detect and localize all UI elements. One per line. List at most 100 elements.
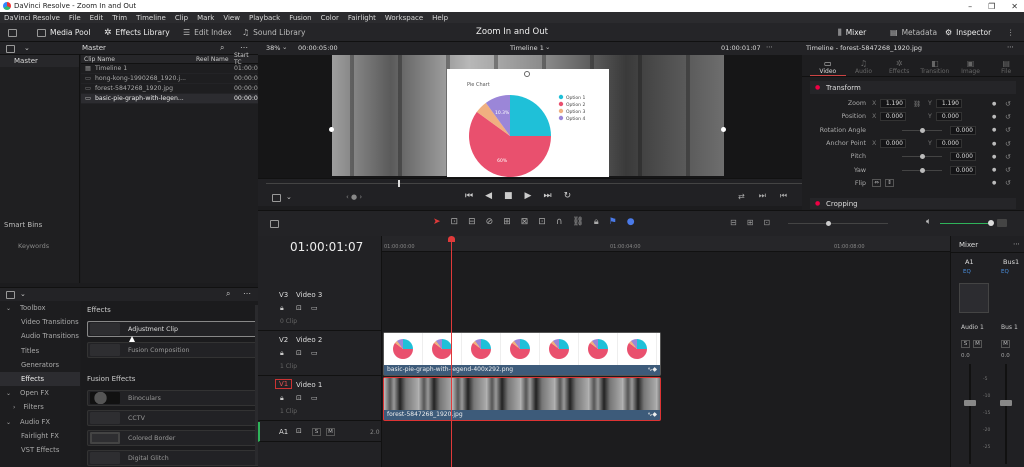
lock-icon[interactable]: 🔒︎ bbox=[280, 304, 284, 313]
effects-library-button[interactable]: ✲ Effects Library bbox=[104, 23, 170, 42]
tree-fairlight-fx[interactable]: Fairlight FX bbox=[0, 429, 80, 443]
timeline-zoom-slider[interactable] bbox=[788, 223, 888, 224]
panel-toggle-button[interactable] bbox=[8, 23, 17, 42]
lock-icon[interactable]: 🔒︎ bbox=[280, 394, 284, 403]
keyframe-dot-icon[interactable]: ● bbox=[992, 141, 996, 147]
marker-icon[interactable]: ● bbox=[627, 217, 635, 227]
chevron-down-icon[interactable]: ⌄ bbox=[545, 43, 550, 51]
chevron-down-icon[interactable]: ⌄ bbox=[20, 290, 26, 298]
playhead-handle[interactable] bbox=[448, 236, 455, 242]
prop-x-field[interactable]: 0.000 bbox=[880, 139, 906, 149]
volume-handle[interactable] bbox=[988, 220, 994, 226]
overwrite-clip-icon[interactable]: ⊠ bbox=[521, 217, 529, 227]
clip-v2-pie-graph[interactable]: basic-pie-graph-with-legend-400x292.png … bbox=[383, 332, 661, 376]
menu-file[interactable]: File bbox=[69, 14, 81, 22]
menu-workspace[interactable]: Workspace bbox=[385, 14, 423, 22]
tree-video-transitions[interactable]: Video Transitions bbox=[0, 315, 80, 329]
col-clip-name[interactable]: Clip Name bbox=[81, 56, 196, 63]
volume-slider[interactable] bbox=[940, 223, 990, 224]
reset-icon[interactable]: ↺ bbox=[1005, 113, 1011, 121]
loop-icon[interactable]: ↻ bbox=[564, 191, 572, 201]
maximize-icon[interactable]: ❐ bbox=[988, 2, 995, 11]
zoom-full-icon[interactable]: ⊟ bbox=[730, 218, 737, 227]
volume-icon[interactable]: 🔈︎ bbox=[926, 217, 931, 227]
zoom-custom-icon[interactable]: ⊡ bbox=[763, 218, 770, 227]
auto-select-icon[interactable]: ⊡ bbox=[296, 394, 302, 402]
prop-y-field[interactable]: 1.190 bbox=[936, 99, 962, 109]
eq-button[interactable]: EQ bbox=[1001, 269, 1009, 275]
menu-mark[interactable]: Mark bbox=[197, 14, 214, 22]
inspector-button[interactable]: ⚙ Inspector bbox=[945, 23, 991, 42]
playhead[interactable] bbox=[448, 236, 455, 467]
keyframe-icon[interactable]: ∿◆ bbox=[647, 366, 657, 373]
tab-file[interactable]: ▤ File bbox=[988, 56, 1024, 75]
track-name[interactable]: Video 1 bbox=[296, 381, 322, 389]
search-icon[interactable]: ⌕ bbox=[220, 43, 224, 53]
snapping-icon[interactable]: ∩ bbox=[556, 217, 563, 227]
pie-chart-overlay[interactable]: Pie Chart 60% 10.3% Option 1 Option 2 Option… bbox=[447, 69, 609, 177]
menu-trim[interactable]: Trim bbox=[112, 14, 127, 22]
more-icon[interactable]: ⋯ bbox=[1007, 43, 1014, 51]
next-edit-icon[interactable]: ⏮ bbox=[780, 191, 787, 201]
mute-button[interactable]: M bbox=[973, 340, 982, 348]
more-icon[interactable]: ⋯ bbox=[766, 43, 773, 51]
tree-audio-transitions[interactable]: Audio Transitions bbox=[0, 329, 80, 343]
col-start-tc[interactable]: Start TC bbox=[234, 52, 258, 66]
prop-x-field[interactable]: 1.190 bbox=[880, 99, 906, 109]
lock-icon[interactable]: 🔒︎ bbox=[280, 349, 284, 358]
tree-effects[interactable]: Effects bbox=[0, 371, 80, 387]
menu-playback[interactable]: Playback bbox=[249, 14, 280, 22]
blade-tool-icon[interactable]: ⊘ bbox=[486, 217, 494, 227]
prop-slider-handle[interactable] bbox=[920, 127, 925, 133]
tab-transition[interactable]: ◧ Transition bbox=[917, 56, 953, 75]
timeline-view-options-icon[interactable] bbox=[270, 220, 279, 228]
timeline-zoom-handle[interactable] bbox=[826, 221, 831, 226]
transform-handle-right[interactable] bbox=[721, 127, 726, 132]
zoom-detail-icon[interactable]: ⊞ bbox=[747, 218, 754, 227]
prop-slider[interactable] bbox=[902, 127, 942, 133]
more-icon[interactable]: ⋯ bbox=[243, 289, 251, 298]
auto-select-icon[interactable]: ⊡ bbox=[296, 427, 302, 435]
tab-audio[interactable]: ♫ Audio bbox=[846, 56, 882, 75]
track-name[interactable]: Video 3 bbox=[296, 291, 322, 299]
clip-v1-forest[interactable]: forest-5847268_1920.jpg ∿◆ bbox=[383, 377, 661, 421]
tree-titles[interactable]: Titles bbox=[0, 344, 80, 358]
stop-icon[interactable]: ■ bbox=[504, 191, 513, 201]
clip-row-timeline[interactable]: ▦ Timeline 1 01:00:0 bbox=[81, 64, 258, 74]
prev-next-frame-icon[interactable]: ‹ ● › bbox=[346, 193, 362, 201]
keyframe-icon[interactable]: ∿◆ bbox=[647, 411, 657, 418]
zoom-level[interactable]: 38% bbox=[266, 44, 280, 52]
sound-library-button[interactable]: ♫ Sound Library bbox=[242, 23, 305, 42]
clip-row-selected[interactable]: ▭ basic-pie-graph-with-legen... 00:00:0 bbox=[81, 94, 258, 104]
track-id[interactable]: V1 bbox=[275, 379, 293, 389]
chevron-down-icon[interactable]: ⌄ bbox=[24, 44, 30, 52]
prop-value-field[interactable]: 0.000 bbox=[950, 152, 976, 162]
play-reverse-icon[interactable]: ◀ bbox=[485, 191, 492, 201]
menu-fusion[interactable]: Fusion bbox=[289, 14, 311, 22]
tree-vst-effects[interactable]: VST Effects bbox=[0, 443, 80, 457]
replace-clip-icon[interactable]: ⊡ bbox=[538, 217, 546, 227]
keyframe-dot-icon[interactable]: ● bbox=[992, 114, 996, 120]
transform-section-header[interactable]: ● Transform bbox=[810, 81, 1016, 94]
solo-button[interactable]: S bbox=[961, 340, 970, 348]
smart-bin-keywords[interactable]: Keywords bbox=[18, 242, 49, 250]
flag-icon[interactable]: ⚑ bbox=[609, 217, 617, 227]
clip-row[interactable]: ▭ forest-5847268_1920.jpg 00:00:0 bbox=[81, 84, 258, 94]
reset-icon[interactable]: ↺ bbox=[1005, 126, 1011, 134]
metadata-button[interactable]: ▤ Metadata bbox=[890, 23, 937, 42]
track-visible-icon[interactable]: ▭ bbox=[311, 394, 318, 402]
chevron-down-icon[interactable]: ⌄ bbox=[282, 43, 287, 51]
track-visible-icon[interactable]: ▭ bbox=[311, 304, 318, 312]
trim-tool-icon[interactable]: ⊡ bbox=[451, 217, 459, 227]
menu-edit[interactable]: Edit bbox=[90, 14, 104, 22]
mute-button[interactable]: M bbox=[1001, 340, 1010, 348]
keyframe-dot-icon[interactable]: ● bbox=[992, 180, 996, 186]
keyframe-dot-icon[interactable]: ● bbox=[992, 127, 996, 133]
rotation-handle[interactable] bbox=[524, 71, 530, 77]
reset-icon[interactable]: ↺ bbox=[1005, 179, 1011, 187]
link-icon[interactable]: ⛓ bbox=[906, 100, 928, 108]
tree-toolbox[interactable]: ⌄ Toolbox bbox=[0, 301, 80, 315]
prop-slider[interactable] bbox=[902, 154, 942, 160]
prop-x-field[interactable]: 0.000 bbox=[880, 112, 906, 122]
media-pool-button[interactable]: Media Pool bbox=[37, 23, 90, 42]
